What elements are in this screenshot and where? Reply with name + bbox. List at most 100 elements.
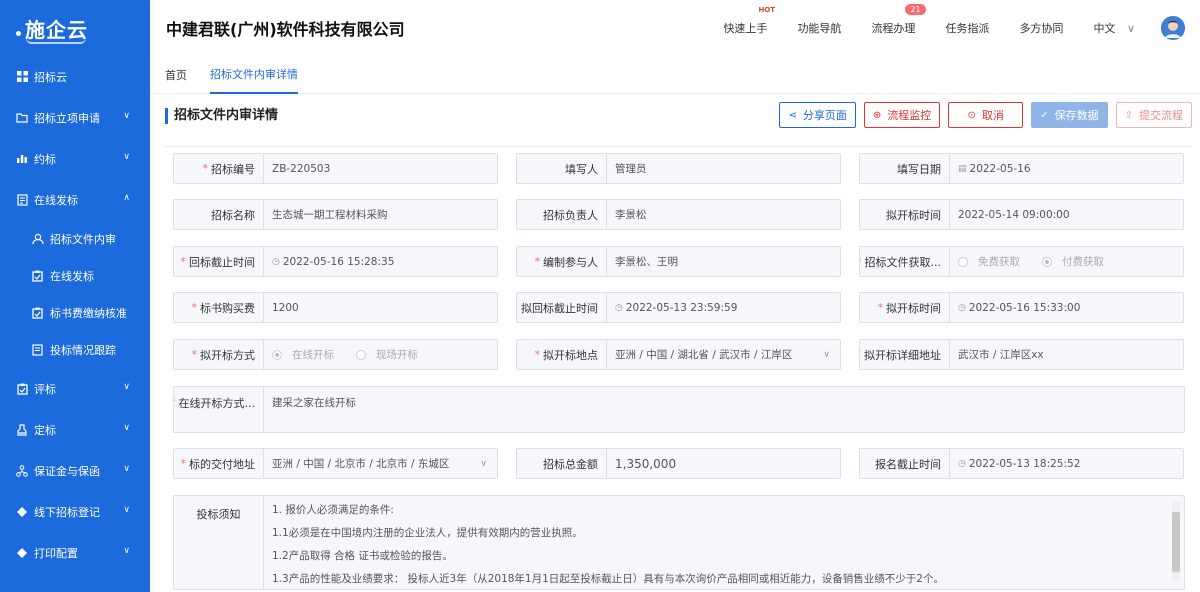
save-button[interactable]: ✓ 保存数据 <box>1031 102 1108 128</box>
field-label: * 编制参与人 <box>517 247 607 276</box>
sidebar-item-print-config[interactable]: 打印配置 ∨ <box>0 532 150 573</box>
chevron-down-icon: ∨ <box>123 546 130 556</box>
required-mark: * <box>191 348 198 361</box>
total-amount-field: 招标总金额 1,350,000 <box>516 448 841 479</box>
company-name: 中建君联(广州)软件科技有限公司 <box>166 20 405 39</box>
bid-owner-field: 招标负责人 李景松 <box>516 199 841 230</box>
radio-free[interactable]: 免费获取 <box>958 254 1020 269</box>
open-place-select[interactable]: 亚洲 / 中国 / 湖北省 / 武汉市 / 江岸区 ∨ <box>607 340 840 369</box>
form-row: * 拟开标方式 在线开标 现场开标 * 拟开标地点 亚洲 / 中国 / 湖北省 / … <box>173 339 1184 370</box>
planned-open2-input[interactable]: ◷ 2022-05-16 15:33:00 <box>950 293 1183 322</box>
menu-quick-start[interactable]: HOT 快速上手 <box>723 6 775 36</box>
doc-obtain-radio-group: 免费获取 付费获取 <box>950 247 1183 276</box>
sidebar-nav: 招标云 招标立项申请 ∨ 约标 ∨ 在线发标 ∧ 招标文件内审 在线发标 标书费… <box>0 56 150 573</box>
date-text: 2022-05-13 18:25:52 <box>968 457 1081 470</box>
label-text: 回标截止时间 <box>189 255 255 269</box>
field-label: * 标的交付地址 <box>174 449 264 478</box>
open-method-radio-group: 在线开标 现场开标 <box>264 340 497 369</box>
chevron-down-icon: ∨ <box>123 111 130 121</box>
radio-dot <box>272 349 282 360</box>
field-label: 招标负责人 <box>517 200 607 229</box>
sidebar-item-label: 线下招标登记 <box>34 505 100 519</box>
sidebar-item-online-publish[interactable]: 在线发标 ∧ <box>0 179 150 220</box>
chevron-down-icon: ∨ <box>480 458 487 469</box>
bid-notes-textarea[interactable]: 1. 报价人必须满足的条件: 1.1必须是在中国境内注册的企业法人，提供有效期内… <box>264 496 1184 589</box>
fill-date-input[interactable]: ▤ 2022-05-16 <box>950 154 1183 183</box>
doc-fee-value[interactable]: 1200 <box>264 293 497 322</box>
sidebar-item-label: 定标 <box>34 423 56 437</box>
reply-deadline-input[interactable]: ◷ 2022-05-16 15:28:35 <box>264 247 497 276</box>
sidebar-item-evaluate[interactable]: 评标 ∨ <box>0 368 150 409</box>
sidebar-item-offline-register[interactable]: 线下招标登记 ∨ <box>0 491 150 532</box>
folder-icon <box>16 112 28 124</box>
sidebar-item-invite[interactable]: 约标 ∨ <box>0 138 150 179</box>
sidebar: 施企云 招标云 招标立项申请 ∨ 约标 ∨ 在线发标 ∧ 招标文件内审 在线发标 <box>0 0 150 592</box>
monitor-button[interactable]: ⊕ 流程监控 <box>863 102 941 128</box>
sidebar-item-project-apply[interactable]: 招标立项申请 ∨ <box>0 97 150 138</box>
radio-online-open[interactable]: 在线开标 <box>272 347 334 362</box>
radio-label: 现场开标 <box>376 349 418 361</box>
delivery-address-field: * 标的交付地址 亚洲 / 中国 / 北京市 / 北京市 / 东城区 ∨ <box>173 448 498 479</box>
action-bar: ⋖ 分享页面 ⊕ 流程监控 ⊙ 取消 ✓ 保存数据 ⇧ 提交流程 <box>771 102 1192 128</box>
required-mark: * <box>534 255 541 268</box>
cancel-button[interactable]: ⊙ 取消 <box>948 102 1024 128</box>
sidebar-subitem-label: 在线发标 <box>50 269 94 283</box>
logo-swoosh <box>26 38 86 44</box>
editors-value[interactable]: 李景松、王明 <box>607 247 840 276</box>
label-text: 招标编号 <box>211 162 255 176</box>
menu-process[interactable]: 21 流程办理 <box>871 4 926 36</box>
printer-icon <box>16 547 28 559</box>
menu-task-assign[interactable]: 任务指派 <box>945 20 989 36</box>
sidebar-subitem-fee-approval[interactable]: 标书费缴纳核准 <box>0 294 150 331</box>
radio-onsite-open[interactable]: 现场开标 <box>356 347 418 362</box>
field-label: 招标名称 <box>174 200 264 229</box>
open-method-field: * 拟开标方式 在线开标 现场开标 <box>173 339 498 370</box>
signup-deadline-input[interactable]: ◷ 2022-05-13 18:25:52 <box>950 449 1183 478</box>
menu-function-nav[interactable]: 功能导航 <box>797 20 841 36</box>
radio-paid[interactable]: 付费获取 <box>1042 254 1104 269</box>
logo-dot <box>16 30 21 36</box>
planned-open-value[interactable]: 2022-05-14 09:00:00 <box>950 200 1183 229</box>
avatar[interactable] <box>1161 16 1185 40</box>
clock-icon: ◷ <box>272 256 280 267</box>
field-label: 拟回标截止时间 <box>517 293 607 322</box>
open-address-value[interactable]: 武汉市 / 江岸区xx <box>950 340 1183 369</box>
planned-reply-deadline-input[interactable]: ◷ 2022-05-13 23:59:59 <box>607 293 840 322</box>
page-header: 招标文件内审详情 ⋖ 分享页面 ⊕ 流程监控 ⊙ 取消 ✓ 保存数据 ⇧ 提交流程 <box>150 94 1200 137</box>
tab-doc-review-detail[interactable]: 招标文件内审详情 <box>210 56 298 94</box>
field-label: * 拟开标地点 <box>517 340 607 369</box>
menu-label: 任务指派 <box>945 22 990 35</box>
filler-value[interactable]: 管理员 <box>607 154 840 183</box>
online-method-textarea[interactable]: 建采之家在线开标 <box>264 387 1184 432</box>
required-mark: * <box>202 162 209 175</box>
sidebar-item-award[interactable]: 定标 ∨ <box>0 409 150 450</box>
clipboard-check-icon <box>32 307 44 319</box>
language-select[interactable]: 中文 ∨ <box>1093 20 1135 36</box>
scrollbar-thumb[interactable] <box>1172 512 1180 572</box>
scrollbar[interactable] <box>1172 502 1180 582</box>
doc-obtain-field: *招标文件获取... 免费获取 付费获取 <box>859 246 1184 277</box>
sidebar-subitem-tracking[interactable]: 投标情况跟踪 <box>0 331 150 368</box>
field-label: *招标文件获取... <box>860 247 950 276</box>
field-label: 填写日期 <box>860 154 950 183</box>
menu-collaboration[interactable]: 多方协同 <box>1019 20 1063 36</box>
sidebar-item-deposit[interactable]: 保证金与保函 ∨ <box>0 450 150 491</box>
label-text: 在线开标方式... <box>178 397 256 410</box>
cancel-label: 取消 <box>981 109 1004 122</box>
bid-name-field: 招标名称 生态城一期工程材料采购 <box>173 199 498 230</box>
sidebar-item-bid-cloud[interactable]: 招标云 <box>0 56 150 97</box>
tab-home[interactable]: 首页 <box>165 56 187 94</box>
logo[interactable]: 施企云 <box>0 0 150 56</box>
submit-button[interactable]: ⇧ 提交流程 <box>1115 102 1192 128</box>
sidebar-subitem-online-publish[interactable]: 在线发标 <box>0 257 150 294</box>
sidebar-subitem-doc-review[interactable]: 招标文件内审 <box>0 220 150 257</box>
bid-name-value[interactable]: 生态城一期工程材料采购 <box>264 200 497 229</box>
sidebar-subitem-label: 标书费缴纳核准 <box>50 306 127 320</box>
doc-fee-field: * 标书购买费 1200 <box>173 292 498 323</box>
field-label: 拟开标时间 <box>860 200 950 229</box>
bid-owner-value[interactable]: 李景松 <box>607 200 840 229</box>
total-amount-value[interactable]: 1,350,000 <box>607 449 840 478</box>
share-button[interactable]: ⋖ 分享页面 <box>779 102 856 128</box>
bid-no-value[interactable]: ZB-220503 <box>264 154 497 183</box>
delivery-address-select[interactable]: 亚洲 / 中国 / 北京市 / 北京市 / 东城区 ∨ <box>264 449 497 478</box>
